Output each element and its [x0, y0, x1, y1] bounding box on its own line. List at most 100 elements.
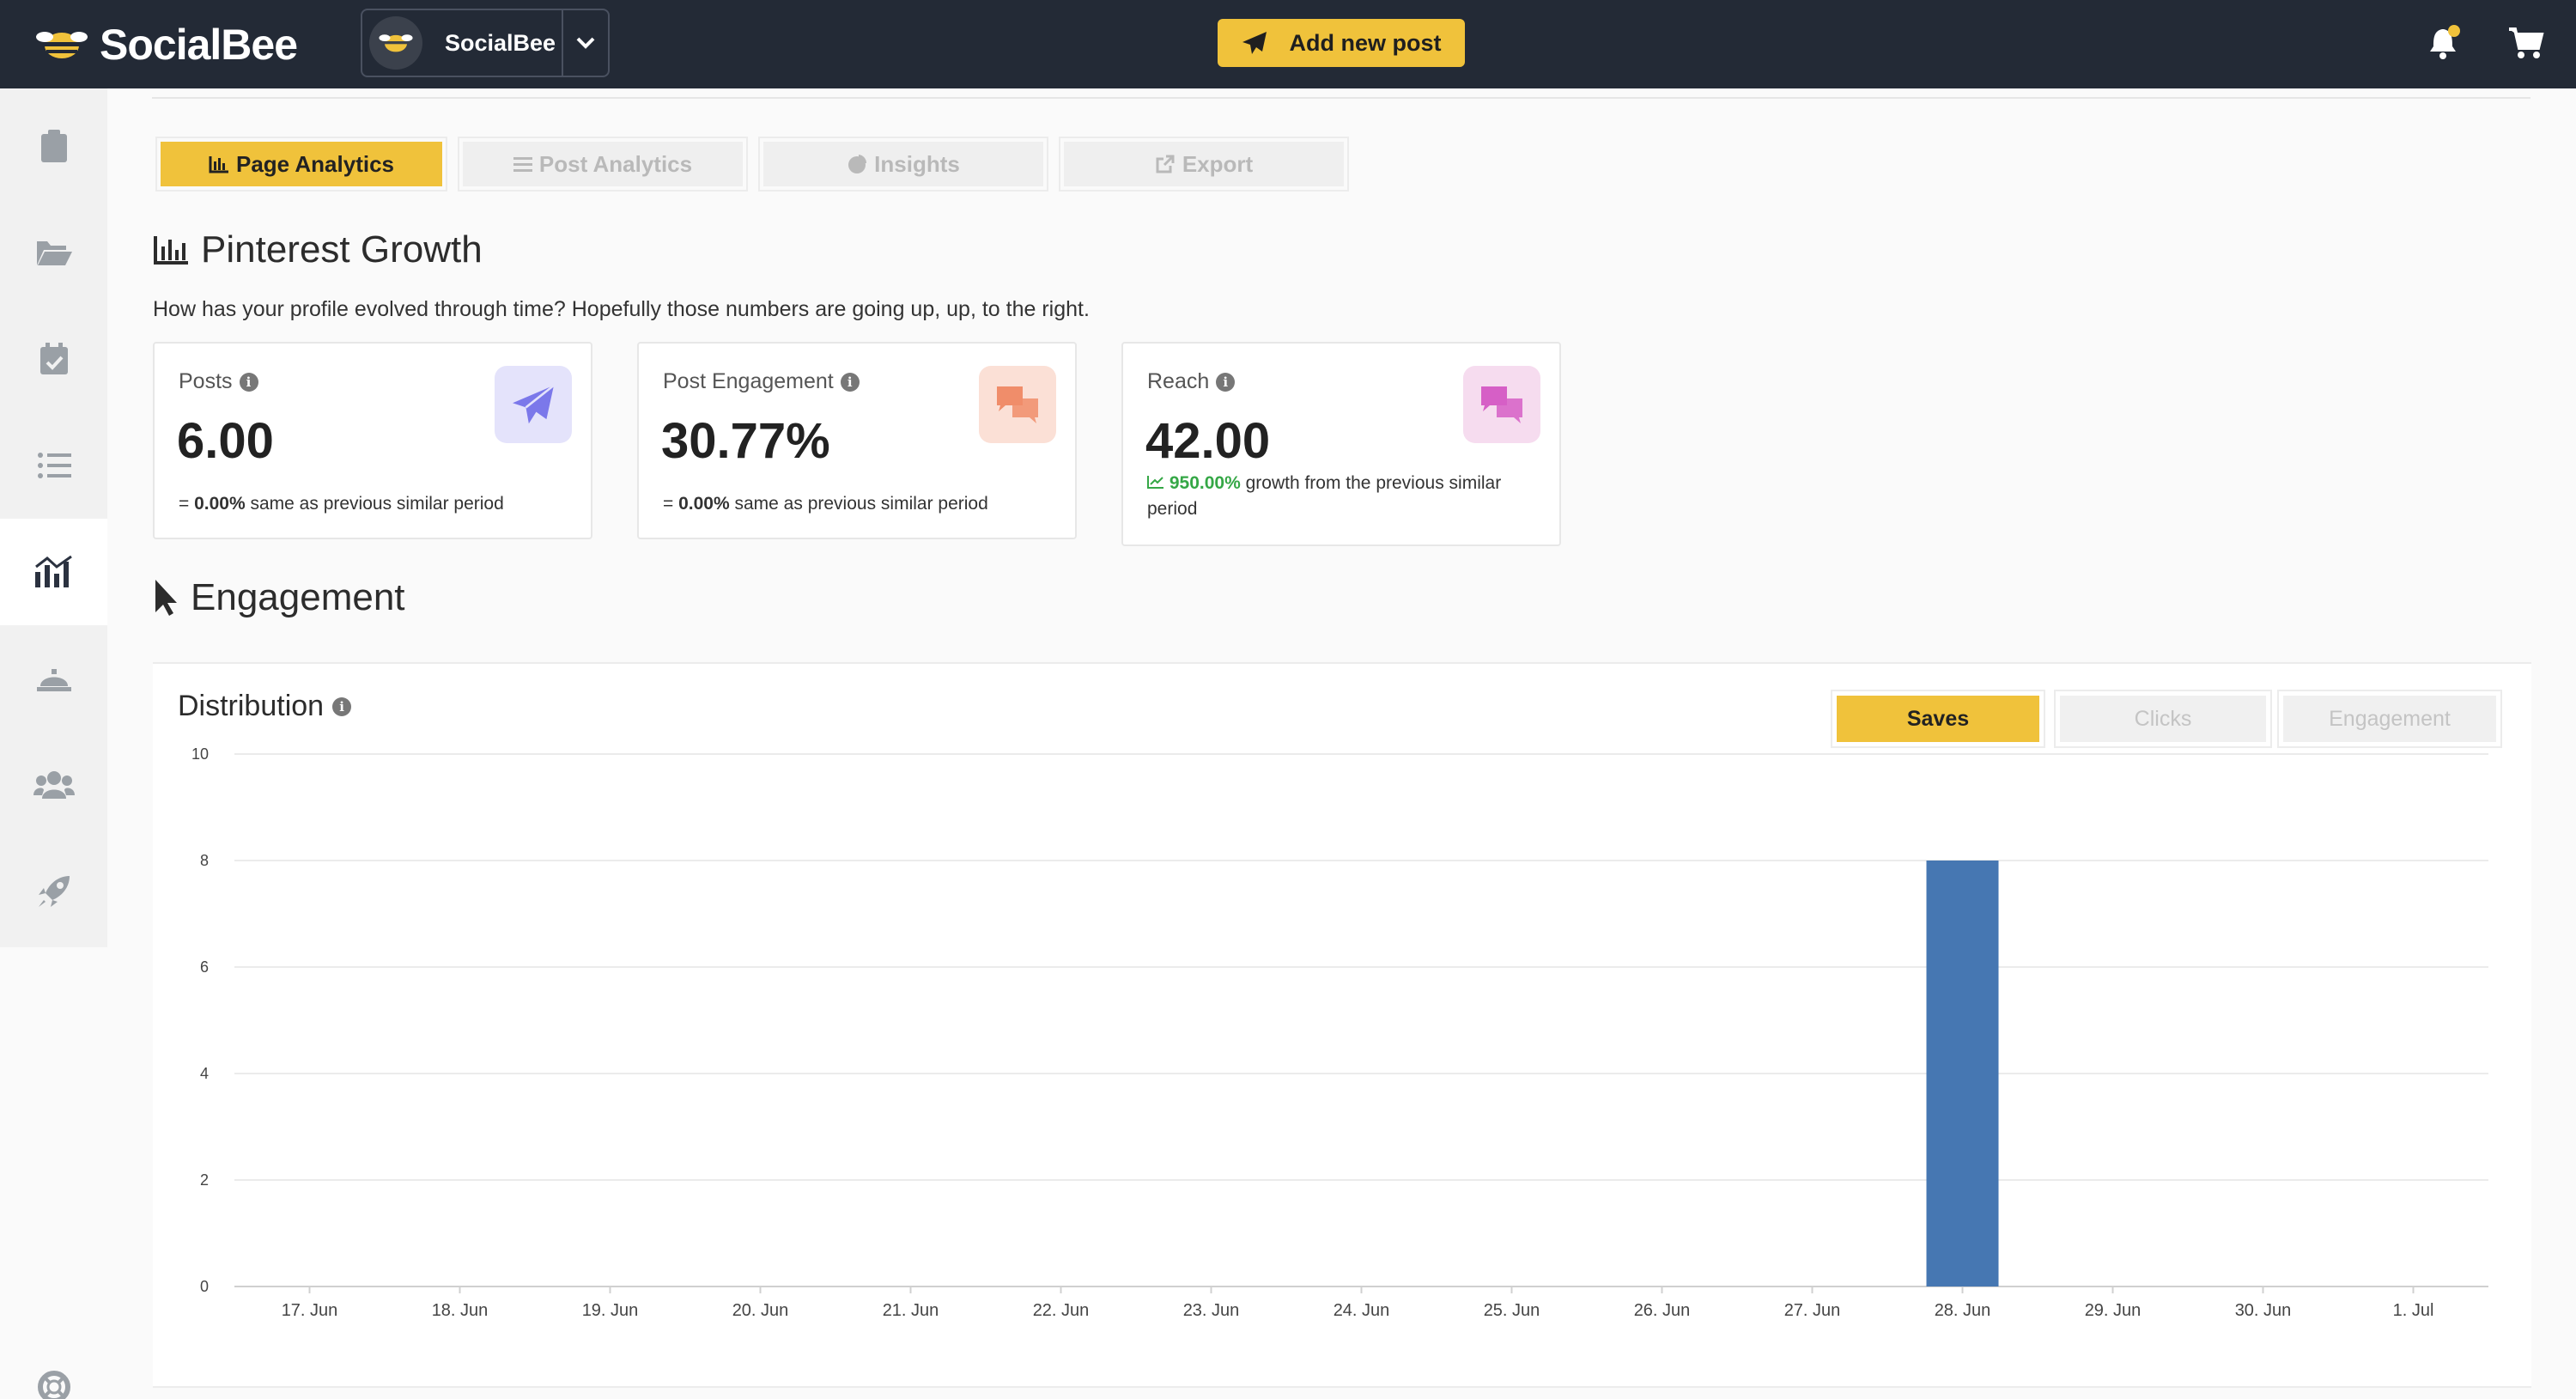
clipboard-icon [40, 130, 67, 162]
concierge-bell-icon [36, 669, 71, 691]
info-icon[interactable]: i [840, 372, 860, 392]
tab-export[interactable]: Export [1059, 137, 1349, 192]
bell-icon [2430, 25, 2460, 59]
analytics-tabs: Page Analytics Post Analytics Insights E… [155, 137, 1349, 192]
engagement-title: Engagement [191, 576, 405, 618]
sidebar-item-categories[interactable] [0, 199, 107, 306]
divider [152, 97, 2530, 99]
tab-page-analytics[interactable]: Page Analytics [155, 137, 447, 192]
help-button[interactable] [0, 1334, 107, 1399]
comments-icon [979, 366, 1056, 443]
list-icon [513, 157, 532, 172]
y-tick-label: 6 [200, 958, 209, 976]
main-content: Page Analytics Post Analytics Insights E… [107, 88, 2576, 1399]
metric-label: Reach i [1147, 369, 1236, 394]
bar[interactable] [1926, 861, 1999, 1286]
info-icon[interactable]: i [239, 372, 258, 392]
x-tick-label: 22. Jun [1033, 1301, 1090, 1320]
x-tick-label: 17. Jun [282, 1301, 338, 1320]
y-tick-label: 0 [200, 1278, 209, 1295]
brand-name: SocialBee [100, 21, 298, 69]
tab-label: Page Analytics [235, 150, 394, 177]
x-tick-label: 1. Jul [2393, 1301, 2434, 1320]
x-tick-label: 29. Jun [2085, 1301, 2142, 1320]
bar-chart-icon [209, 156, 228, 173]
trend-up-icon [1147, 476, 1163, 489]
paper-plane-icon [495, 366, 572, 443]
post-engagement-metric-card: Post Engagement i 30.77% = 0.00% same as… [637, 342, 1077, 539]
chevron-down-icon [576, 37, 595, 49]
growth-section-title: Pinterest Growth [153, 228, 483, 271]
y-tick-label: 8 [200, 852, 209, 869]
tab-post-analytics[interactable]: Post Analytics [458, 137, 748, 192]
external-link-icon [1156, 155, 1175, 173]
engagement-section-title: Engagement [153, 576, 405, 619]
analytics-chart-icon [34, 555, 72, 587]
x-tick-label: 25. Jun [1484, 1301, 1540, 1320]
page-title: Pinterest Growth [201, 228, 483, 271]
growth-subtitle: How has your profile evolved through tim… [153, 297, 1090, 321]
notifications-button[interactable] [2427, 24, 2461, 62]
list-icon [37, 453, 71, 478]
account-dropdown-button[interactable] [562, 10, 608, 76]
add-new-post-label: Add new post [1289, 29, 1442, 56]
x-tick-label: 20. Jun [732, 1301, 789, 1320]
y-tick-label: 4 [200, 1065, 209, 1082]
metric-value: 42.00 [1145, 413, 1271, 469]
x-tick-label: 23. Jun [1183, 1301, 1240, 1320]
equal-icon: = [179, 494, 190, 514]
metric-change: 950.00% growth from the previous similar… [1147, 473, 1502, 519]
account-avatar [369, 16, 422, 70]
bee-avatar-icon [379, 34, 413, 52]
calendar-check-icon [39, 343, 68, 374]
pie-chart-icon [848, 155, 867, 173]
metric-label: Posts i [179, 369, 258, 394]
cart-button[interactable] [2507, 26, 2545, 60]
lifebuoy-icon [37, 1371, 70, 1399]
equal-icon: = [663, 494, 674, 514]
metric-value: 30.77% [661, 413, 830, 469]
sidebar-item-analytics[interactable] [0, 519, 107, 625]
sidebar-item-growth[interactable] [0, 838, 107, 945]
x-tick-label: 18. Jun [432, 1301, 489, 1320]
distribution-chart: 0 2 4 6 8 10 17. Jun 18. Jun 19. Jun 20. Jun 21. J… [191, 745, 2488, 1320]
x-tick-label: 24. Jun [1334, 1301, 1390, 1320]
paper-plane-icon [1242, 32, 1267, 54]
bee-logo-icon [36, 32, 88, 58]
rocket-icon [38, 876, 70, 907]
reach-metric-card: Reach i 42.00 950.00% growth from the pr… [1121, 342, 1561, 546]
sidebar-item-services[interactable] [0, 625, 107, 732]
sidebar-footer [0, 947, 107, 1399]
info-icon[interactable]: i [1216, 372, 1236, 392]
folder-open-icon [36, 241, 72, 265]
sidebar-item-content[interactable] [0, 93, 107, 199]
tab-label: Export [1182, 150, 1254, 177]
shopping-cart-icon [2509, 27, 2544, 58]
sidebar-item-team[interactable] [0, 732, 107, 838]
sidebar-item-schedule[interactable] [0, 306, 107, 412]
sidebar-item-queue[interactable] [0, 412, 107, 519]
x-tick-label: 28. Jun [1935, 1301, 1991, 1320]
metric-label: Post Engagement i [663, 369, 860, 394]
add-new-post-button[interactable]: Add new post [1218, 19, 1465, 67]
tab-label: Post Analytics [538, 150, 693, 177]
sidebar [0, 88, 107, 1399]
metric-change: = 0.00% same as previous similar period [663, 494, 988, 514]
brand-logo[interactable]: SocialBee [36, 19, 298, 70]
account-switcher[interactable]: SocialBee [361, 9, 610, 77]
top-bar: SocialBee SocialBee Add new post [0, 0, 2576, 88]
bar-chart-icon [154, 236, 188, 265]
y-tick-label: 10 [191, 745, 209, 763]
account-name: SocialBee [445, 29, 556, 56]
tab-insights[interactable]: Insights [758, 137, 1048, 192]
x-tick-label: 19. Jun [582, 1301, 639, 1320]
comments-icon [1463, 366, 1540, 443]
x-tick-label: 26. Jun [1634, 1301, 1691, 1320]
x-tick-label: 21. Jun [883, 1301, 939, 1320]
x-tick-label: 27. Jun [1784, 1301, 1841, 1320]
posts-metric-card: Posts i 6.00 = 0.00% same as previous si… [153, 342, 592, 539]
metric-change: = 0.00% same as previous similar period [179, 494, 504, 514]
x-tick-label: 30. Jun [2235, 1301, 2292, 1320]
tab-label: Insights [874, 150, 960, 177]
metric-value: 6.00 [177, 413, 274, 469]
